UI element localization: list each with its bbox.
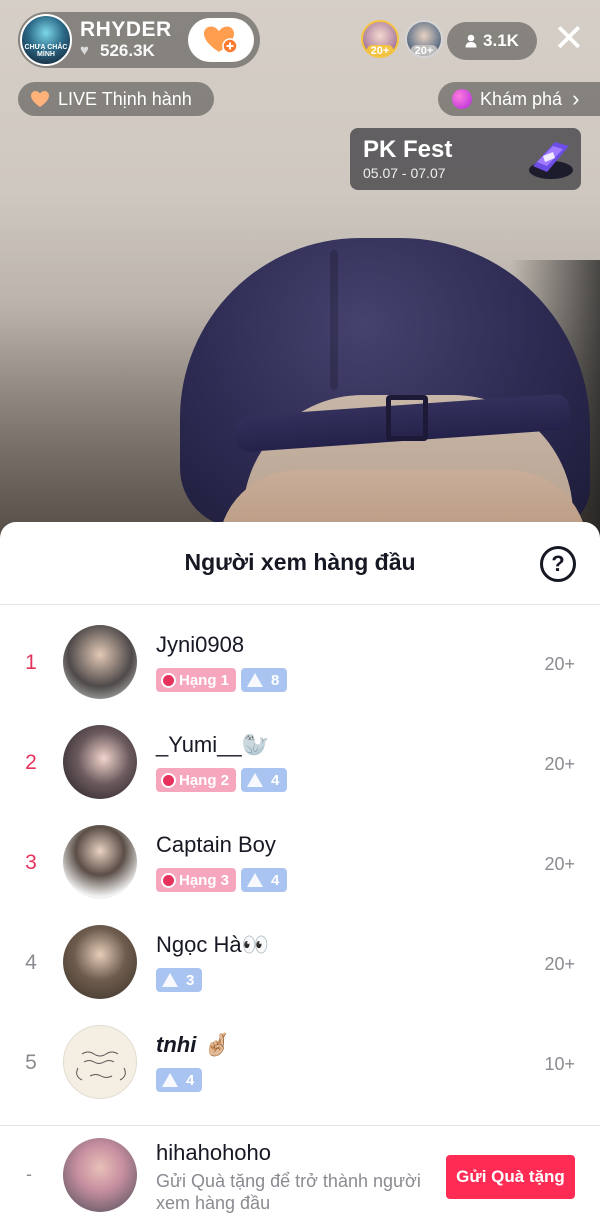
heart-icon xyxy=(31,91,49,107)
chevron-right-icon: › xyxy=(572,86,580,111)
sheet-divider xyxy=(0,604,600,605)
rank-badge: Hạng 3 xyxy=(156,868,237,892)
score: 20+ xyxy=(544,954,575,974)
explore-ball-icon xyxy=(452,89,472,109)
avatar-handwriting-image xyxy=(76,1051,126,1081)
username: Captain Boy xyxy=(156,832,276,857)
level-icon xyxy=(247,673,264,687)
pk-fest-logo-icon xyxy=(529,142,573,179)
self-hint-text: Gửi Quà tặng để trở thành người xem hàng… xyxy=(156,1171,421,1213)
explore-button[interactable]: Khám phá › xyxy=(438,82,600,116)
level-badge: 4 xyxy=(241,868,288,892)
score: 20+ xyxy=(544,754,575,774)
top-viewer-avatar-2[interactable]: 20+ xyxy=(405,20,443,58)
heart-icon: ♥ xyxy=(80,42,89,59)
score: 20+ xyxy=(544,854,575,874)
host-likes-count: 526.3K xyxy=(100,41,155,60)
self-avatar[interactable] xyxy=(63,1138,137,1212)
rank-number: 2 xyxy=(25,751,37,774)
person-icon xyxy=(465,34,477,48)
self-rank-row: - hihahohoho Gửi Quà tặng để trở thành n… xyxy=(0,1125,600,1223)
heart-plus-icon xyxy=(204,26,238,54)
level-icon xyxy=(162,973,178,987)
avatar[interactable] xyxy=(63,1025,137,1099)
level-value: 4 xyxy=(271,871,280,889)
pk-fest-dates: 05.07 - 07.07 xyxy=(363,165,446,181)
list-item[interactable]: 4 Ngọc Hà👀 3 20+ xyxy=(0,924,600,1024)
score: 20+ xyxy=(544,654,575,674)
cap-buckle xyxy=(386,395,428,441)
live-trending-label: LIVE Thịnh hành xyxy=(58,88,192,109)
level-icon xyxy=(247,773,264,787)
host-avatar[interactable]: CHƯA CHẮC MÌNH xyxy=(20,14,72,66)
avatar[interactable] xyxy=(63,925,137,999)
viewer-count[interactable]: 3.1K xyxy=(447,22,537,60)
rank-clock-icon xyxy=(161,872,176,888)
level-badge: 4 xyxy=(156,1068,203,1092)
follow-button[interactable] xyxy=(188,18,254,62)
self-rank: - xyxy=(26,1164,32,1184)
list-item[interactable]: 5 tnhi 🤞🏼 4 10+ xyxy=(0,1024,600,1124)
explore-label: Khám phá xyxy=(480,88,563,109)
level-badge: 4 xyxy=(241,768,288,792)
cap-seam xyxy=(330,250,338,390)
rank-badge-label: Hạng 3 xyxy=(179,871,230,889)
rank-clock-icon xyxy=(161,772,176,788)
username: _Yumi__🦭 xyxy=(156,732,270,757)
level-badge: 8 xyxy=(241,668,288,692)
pk-fest-banner[interactable]: PK Fest 05.07 - 07.07 xyxy=(350,128,581,190)
username: Jyni0908 xyxy=(156,632,245,657)
username: Ngọc Hà👀 xyxy=(156,932,269,957)
top-viewer-avatar-1[interactable]: 20+ xyxy=(361,20,399,58)
level-icon xyxy=(162,1073,178,1087)
host-name: RHYDER xyxy=(80,18,172,41)
rank-badge: Hạng 1 xyxy=(156,668,237,692)
level-icon xyxy=(247,873,264,887)
list-item[interactable]: 3 Captain Boy Hạng 3 4 20+ xyxy=(0,824,600,924)
score: 10+ xyxy=(544,1054,575,1074)
rank-number: 1 xyxy=(25,651,37,674)
live-trending-tag[interactable]: LIVE Thịnh hành xyxy=(18,82,214,116)
viewer-count-value: 3.1K xyxy=(483,31,519,50)
level-value: 8 xyxy=(271,671,280,689)
list-item[interactable]: 1 Jyni0908 Hạng 1 8 20+ xyxy=(0,624,600,724)
rank-number: 5 xyxy=(25,1051,37,1074)
avatar[interactable] xyxy=(63,725,137,799)
list-item[interactable]: 2 _Yumi__🦭 Hạng 2 4 20+ xyxy=(0,724,600,824)
host-avatar-text: CHƯA CHẮC MÌNH xyxy=(24,44,68,58)
username: tnhi 🤞🏼 xyxy=(156,1032,230,1057)
avatar[interactable] xyxy=(63,825,137,899)
live-video xyxy=(0,0,600,540)
pk-fest-title: PK Fest xyxy=(363,136,453,163)
level-value: 4 xyxy=(186,1071,195,1089)
rank-badge-label: Hạng 2 xyxy=(179,771,230,789)
help-icon[interactable]: ? xyxy=(540,546,576,582)
level-badge: 3 xyxy=(156,968,203,992)
sheet-title: Người xem hàng đầu xyxy=(184,549,416,575)
close-icon[interactable]: ✕ xyxy=(553,20,585,58)
top-viewers-sheet: Người xem hàng đầu ? 1 Jyni0908 Hạng 1 8… xyxy=(0,522,600,1223)
rank-badge: Hạng 2 xyxy=(156,768,237,792)
rank-number: 3 xyxy=(25,851,37,874)
self-username: hihahohoho xyxy=(156,1140,272,1165)
level-value: 3 xyxy=(186,971,195,989)
rank-number: 4 xyxy=(25,951,37,974)
avatar[interactable] xyxy=(63,625,137,699)
host-info[interactable]: CHƯA CHẮC MÌNH RHYDER ♥ 526.3K xyxy=(18,12,260,68)
send-gift-button[interactable]: Gửi Quà tặng xyxy=(446,1155,575,1199)
rank-badge-label: Hạng 1 xyxy=(179,671,230,689)
rank-clock-icon xyxy=(161,672,176,688)
level-value: 4 xyxy=(271,771,280,789)
